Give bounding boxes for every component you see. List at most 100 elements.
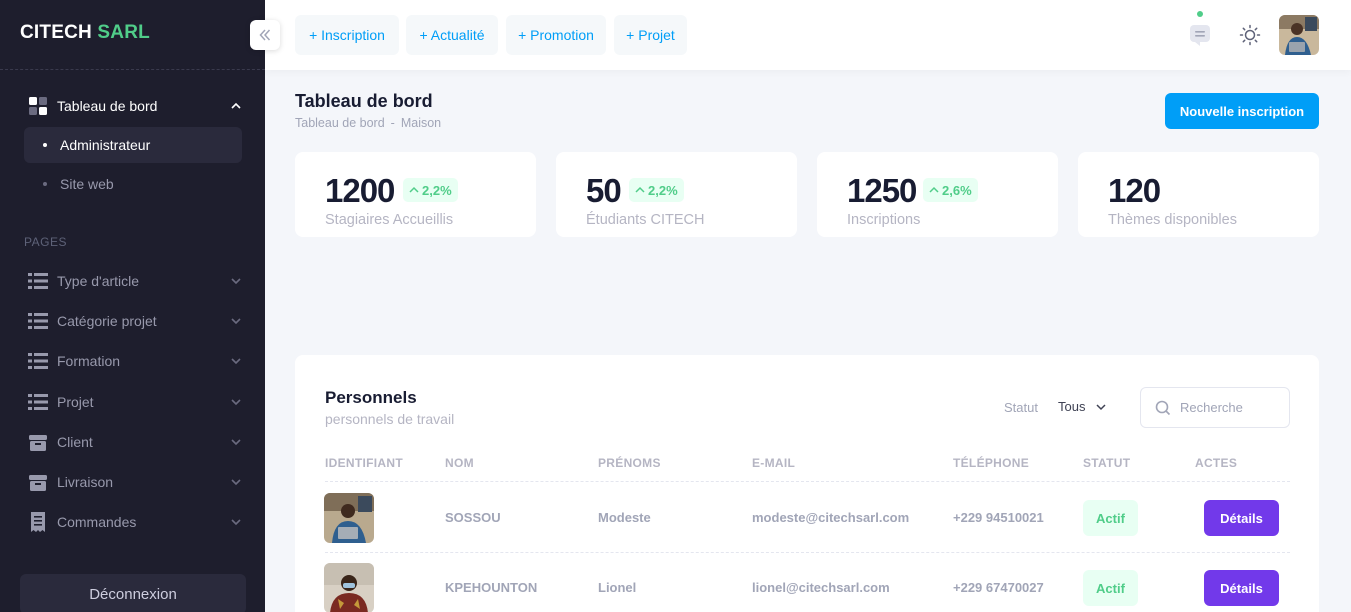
arrow-up-icon — [409, 186, 419, 193]
list-icon — [28, 312, 48, 330]
brand-accent: SARL — [97, 22, 150, 43]
breadcrumb: Tableau de bord - Maison — [295, 116, 441, 130]
card-subtitle: personnels de travail — [325, 411, 455, 427]
stat-label: Inscriptions — [847, 212, 921, 228]
sidebar: CITECH SARL Tableau de bord Administrate… — [0, 0, 265, 612]
row-divider — [325, 552, 1290, 553]
row-avatar — [324, 493, 374, 543]
notification-dot — [1197, 11, 1203, 17]
quick-add-promotion-button[interactable]: + Promotion — [506, 15, 606, 55]
list-icon — [28, 352, 48, 370]
chevron-down-icon — [231, 318, 241, 325]
cell-email: lionel@citechsarl.com — [752, 580, 890, 595]
chat-icon[interactable] — [1188, 23, 1212, 47]
sidebar-item-type-article[interactable]: Type d'article — [24, 265, 248, 297]
divider — [0, 69, 265, 70]
list-icon — [28, 272, 48, 290]
sidebar-item-label: Type d'article — [57, 273, 140, 289]
sidebar-item-projet[interactable]: Projet — [24, 386, 248, 418]
search-box[interactable] — [1140, 387, 1290, 428]
sidebar-item-client[interactable]: Client — [24, 426, 248, 458]
chevron-down-icon — [1096, 403, 1106, 410]
bullet-icon — [43, 182, 47, 186]
status-filter-value: Tous — [1058, 399, 1086, 414]
details-button[interactable]: Détails — [1204, 570, 1279, 606]
quick-add-actualite-button[interactable]: + Actualité — [406, 15, 498, 55]
sidebar-subitem-label: Site web — [60, 176, 114, 192]
status-badge: Actif — [1083, 500, 1138, 536]
column-header-prenoms[interactable]: PRÉNOMS — [598, 456, 661, 470]
column-header-identifiant[interactable]: IDENTIFIANT — [325, 456, 403, 470]
brand-logo[interactable]: CITECH SARL — [20, 22, 150, 44]
stat-card-stagiaires: 1200 2,2% Stagiaires Accueillis — [295, 152, 536, 237]
personnel-card: Personnels personnels de travail Statut … — [295, 355, 1319, 612]
row-avatar — [324, 563, 374, 612]
cell-nom: KPEHOUNTON — [445, 580, 538, 595]
stat-card-themes: 120 Thèmes disponibles — [1078, 152, 1319, 237]
arrow-up-icon — [929, 186, 939, 193]
trend-badge: 2,6% — [923, 178, 978, 202]
sidebar-toggle-button[interactable] — [250, 20, 280, 50]
double-chevron-left-icon — [259, 29, 271, 41]
sidebar-item-label: Formation — [57, 353, 121, 369]
sidebar-item-livraison[interactable]: Livraison — [24, 466, 248, 498]
search-input[interactable] — [1180, 400, 1280, 415]
quick-add-inscription-button[interactable]: + Inscription — [295, 15, 399, 55]
chevron-down-icon — [231, 479, 241, 486]
stat-value: 120 — [1108, 172, 1161, 209]
cell-prenoms: Modeste — [598, 510, 651, 525]
section-label-pages: PAGES — [24, 235, 67, 249]
status-filter-label: Statut — [1004, 400, 1038, 415]
stat-label: Étudiants CITECH — [586, 212, 705, 228]
stat-card-etudiants: 50 2,2% Étudiants CITECH — [556, 152, 797, 237]
sidebar-item-label: Projet — [57, 394, 94, 410]
status-badge: Actif — [1083, 570, 1138, 606]
stat-card-inscriptions: 1250 2,6% Inscriptions — [817, 152, 1058, 237]
sidebar-subitem-administrateur[interactable]: Administrateur — [24, 127, 242, 163]
sidebar-item-label: Livraison — [57, 474, 114, 490]
page-title: Tableau de bord — [295, 91, 433, 111]
arrow-up-icon — [635, 186, 645, 193]
user-avatar[interactable] — [1279, 15, 1319, 55]
sidebar-item-categorie-projet[interactable]: Catégorie projet — [24, 305, 248, 337]
sidebar-subitem-label: Administrateur — [60, 137, 151, 153]
column-header-actes: ACTES — [1195, 456, 1238, 470]
box-icon — [28, 433, 48, 451]
column-header-email[interactable]: E-MAIL — [752, 456, 795, 470]
chevron-up-icon — [231, 102, 241, 109]
sidebar-item-commandes[interactable]: Commandes — [24, 506, 248, 538]
trend-value: 2,2% — [422, 182, 452, 198]
sidebar-item-formation[interactable]: Formation — [24, 345, 248, 377]
breadcrumb-item: Maison — [400, 116, 442, 130]
column-header-telephone[interactable]: TÉLÉPHONE — [953, 456, 1029, 470]
list-icon — [28, 393, 48, 411]
sidebar-item-label: Commandes — [57, 514, 137, 530]
new-inscription-button[interactable]: Nouvelle inscription — [1165, 93, 1319, 129]
column-header-statut[interactable]: STATUT — [1083, 456, 1130, 470]
trend-value: 2,6% — [942, 182, 972, 198]
stat-value: 1200 — [325, 172, 395, 209]
trend-badge: 2,2% — [629, 178, 684, 202]
chevron-down-icon — [231, 439, 241, 446]
column-header-nom[interactable]: NOM — [445, 456, 474, 470]
sidebar-subitem-site-web[interactable]: Site web — [24, 166, 242, 202]
logout-button[interactable]: Déconnexion — [20, 574, 246, 612]
trend-value: 2,2% — [648, 182, 678, 198]
status-filter-select[interactable]: Tous — [1058, 399, 1107, 414]
brand-name: CITECH — [20, 22, 92, 43]
receipt-icon — [28, 512, 48, 532]
quick-add-projet-button[interactable]: + Projet — [614, 15, 687, 55]
box-icon — [28, 473, 48, 491]
details-button[interactable]: Détails — [1204, 500, 1279, 536]
sidebar-item-label: Client — [57, 434, 93, 450]
chevron-down-icon — [231, 519, 241, 526]
stat-label: Stagiaires Accueillis — [325, 212, 454, 228]
chevron-down-icon — [231, 358, 241, 365]
sun-icon[interactable] — [1238, 23, 1262, 47]
search-icon — [1155, 400, 1171, 415]
sidebar-item-label: Catégorie projet — [57, 313, 157, 329]
dashboard-grid-icon — [28, 97, 48, 115]
sidebar-item-dashboard[interactable]: Tableau de bord — [24, 90, 248, 122]
breadcrumb-item[interactable]: Tableau de bord — [295, 116, 385, 130]
cell-prenoms: Lionel — [598, 580, 637, 595]
